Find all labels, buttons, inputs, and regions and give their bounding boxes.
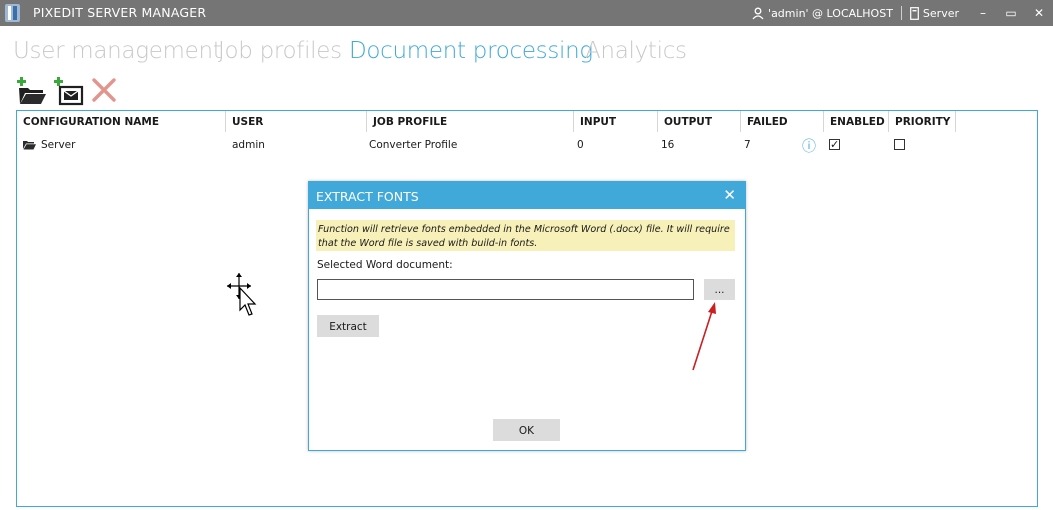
title-bar-controls: 'admin' @ LOCALHOST Server – ▭ ✕ (752, 0, 1053, 26)
column-header[interactable]: INPUT (574, 111, 658, 132)
column-header[interactable]: PRIORITY (889, 111, 956, 132)
dialog-title: EXTRACT FONTS (316, 189, 419, 204)
annotation-arrow (692, 302, 716, 371)
info-notice: Function will retrieve fonts embedded in… (316, 220, 735, 251)
tab-user-management[interactable]: User management (13, 38, 222, 64)
user-icon (752, 7, 764, 19)
column-header[interactable]: USER (226, 111, 367, 132)
enabled-checkbox[interactable]: ✓ (829, 139, 840, 150)
column-header[interactable]: CONFIGURATION NAME (17, 111, 226, 132)
add-mailbox-icon[interactable] (54, 76, 84, 106)
folder-icon (23, 141, 36, 150)
job-profile-cell: Converter Profile (369, 139, 458, 151)
priority-checkbox[interactable] (894, 139, 905, 150)
tab-analytics[interactable]: Analytics (585, 38, 687, 64)
column-header[interactable]: FAILED (741, 111, 824, 132)
column-header[interactable]: JOB PROFILE (367, 111, 574, 132)
ok-button[interactable]: OK (493, 419, 560, 441)
user-label: 'admin' @ LOCALHOST (768, 6, 893, 20)
failed-count: 7 (744, 139, 751, 151)
user-indicator[interactable]: 'admin' @ LOCALHOST (752, 7, 893, 20)
maximize-button[interactable]: ▭ (997, 6, 1025, 20)
cursor-icon (227, 273, 257, 316)
column-header[interactable]: ENABLED (824, 111, 889, 132)
app-title: PIXEDIT SERVER MANAGER (33, 5, 207, 20)
server-label: Server (922, 6, 959, 20)
dialog-title-bar: EXTRACT FONTS ✕ (309, 182, 745, 209)
column-header[interactable]: OUTPUT (658, 111, 741, 132)
add-folder-icon[interactable] (17, 76, 47, 106)
close-icon[interactable]: ✕ (723, 186, 736, 204)
extract-button[interactable]: Extract (317, 315, 379, 337)
app-logo-icon (5, 4, 20, 22)
output-count: 16 (661, 139, 675, 151)
tab-document-processing[interactable]: Document processing (349, 38, 593, 64)
title-bar: PIXEDIT SERVER MANAGER 'admin' @ LOCALHO… (0, 0, 1053, 26)
extract-fonts-dialog: EXTRACT FONTS ✕ Function will retrieve f… (308, 181, 746, 451)
input-count: 0 (577, 139, 584, 151)
close-button[interactable]: ✕ (1025, 6, 1053, 20)
server-indicator[interactable]: Server (910, 7, 959, 20)
divider (900, 6, 902, 20)
document-label: Selected Word document: (317, 259, 453, 271)
delete-icon[interactable] (90, 76, 120, 106)
document-path-input[interactable] (317, 279, 694, 300)
browse-button[interactable]: ... (704, 279, 735, 300)
info-icon[interactable]: ⓘ (802, 136, 816, 156)
server-icon (910, 6, 919, 20)
config-name: Server (41, 139, 76, 151)
tab-job-profiles[interactable]: Job profiles (218, 38, 342, 64)
minimize-button[interactable]: – (969, 6, 997, 20)
user-cell: admin (232, 139, 265, 151)
